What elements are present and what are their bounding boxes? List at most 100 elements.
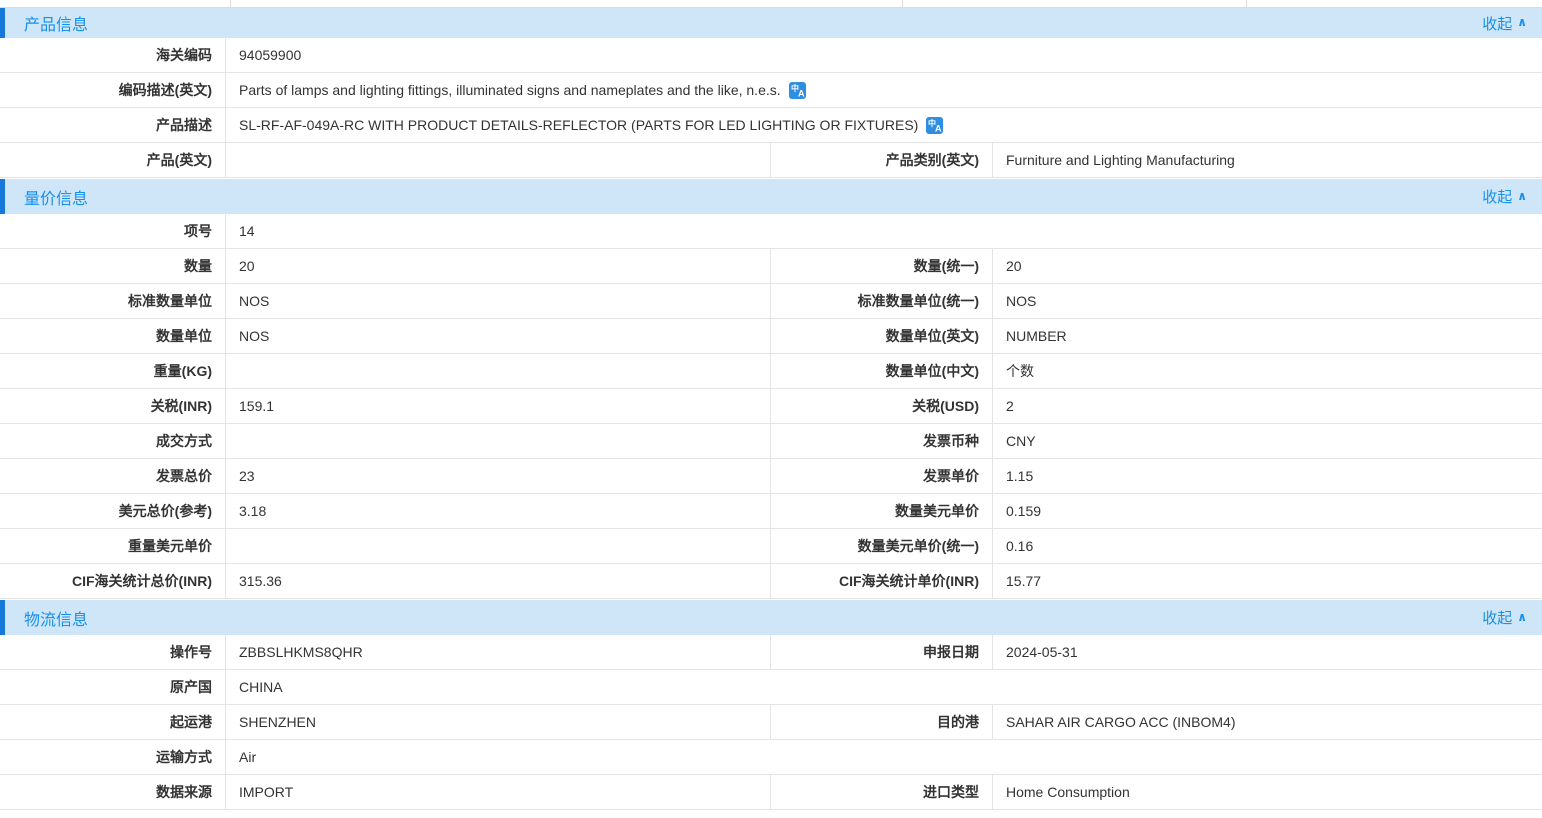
field-value: NOS [226, 319, 771, 353]
field-value: 3.18 [226, 494, 771, 528]
field-label: CIF海关统计总价(INR) [0, 564, 226, 598]
table-row: 数据来源IMPORT进口类型Home Consumption [0, 775, 1542, 810]
field-value [226, 424, 771, 458]
field-value-text: 3.18 [239, 503, 266, 519]
section-product: 产品信息 收起∧ 海关编码 94059900 编码描述(英文)Parts of lamp… [0, 8, 1542, 178]
section-header-logistics: 物流信息收起∧ [0, 600, 1542, 635]
field-value-text: 94059900 [239, 47, 301, 63]
field-label: 发票单价 [771, 459, 993, 493]
field-value-text: NOS [239, 328, 269, 344]
field-label: 运输方式 [0, 740, 226, 774]
field-value-text: IMPORT [239, 784, 293, 800]
field-value-text: 20 [239, 258, 255, 274]
field-value: 2 [993, 389, 1542, 423]
section-accent-bar [0, 179, 5, 214]
collapse-label: 收起 [1482, 186, 1512, 207]
field-value: 14 [226, 214, 1542, 248]
collapse-link[interactable]: 收起 ∧ [1482, 186, 1527, 207]
field-value: 2024-05-31 [993, 635, 1542, 669]
field-label: 数据来源 [0, 775, 226, 809]
table-row: 项号14 [0, 214, 1542, 249]
table-row: 产品(英文)产品类别(英文)Furniture and Lighting Man… [0, 143, 1542, 178]
table-row: 原产国CHINA [0, 670, 1542, 705]
table-row: 编码描述(英文)Parts of lamps and lighting fitt… [0, 73, 1542, 108]
field-label: 重量美元单价 [0, 529, 226, 563]
field-value: Air [226, 740, 1542, 774]
field-label: 数量单位 [0, 319, 226, 353]
field-value: 159.1 [226, 389, 771, 423]
field-value: 23 [226, 459, 771, 493]
field-value: SAHAR AIR CARGO ACC (INBOM4) [993, 705, 1542, 739]
field-label: CIF海关统计单价(INR) [771, 564, 993, 598]
table-row: 数量单位 NOS 数量单位(英文)NUMBER [0, 319, 1542, 354]
section-logistics: 物流信息收起∧操作号ZBBSLHKMS8QHR申报日期2024-05-31原产国… [0, 600, 1542, 810]
field-value: 0.16 [993, 529, 1542, 563]
field-value-text: Parts of lamps and lighting fittings, il… [239, 82, 781, 98]
chevron-up-icon: ∧ [1517, 15, 1527, 29]
field-value: 94059900 [226, 38, 1542, 72]
table-row: 海关编码 94059900 [0, 38, 1542, 73]
field-value: 15.77 [993, 564, 1542, 598]
field-value: CHINA [226, 670, 1542, 704]
field-label: 数量单位(英文) [771, 319, 993, 353]
field-value: 20 [226, 249, 771, 283]
translate-icon[interactable]: 中A [789, 82, 806, 99]
collapse-link[interactable]: 收起∧ [1482, 13, 1527, 34]
field-value: NOS [993, 284, 1542, 318]
field-value [226, 143, 771, 177]
field-value [226, 529, 771, 563]
field-value: 315.36 [226, 564, 771, 598]
field-value: ZBBSLHKMS8QHR [226, 635, 771, 669]
field-label: 发票总价 [0, 459, 226, 493]
field-value: 个数 [993, 354, 1542, 388]
section-title: 产品信息 [24, 11, 88, 35]
field-label: 原产国 [0, 670, 226, 704]
table-row: 重量美元单价 数量美元单价(统一)0.16 [0, 529, 1542, 564]
translate-icon[interactable]: 中A [926, 117, 943, 134]
field-label: 标准数量单位(统一) [771, 284, 993, 318]
field-label: 发票币种 [771, 424, 993, 458]
field-label: 海关编码 [0, 38, 226, 72]
field-value: SL-RF-AF-049A-RC WITH PRODUCT DETAILS-RE… [226, 108, 1542, 142]
field-label: 起运港 [0, 705, 226, 739]
field-label: 成交方式 [0, 424, 226, 458]
collapse-label: 收起 [1482, 607, 1512, 628]
field-label: 数量美元单价(统一) [771, 529, 993, 563]
field-value-text: ZBBSLHKMS8QHR [239, 644, 363, 660]
table-row: 标准数量单位NOS标准数量单位(统一)NOS [0, 284, 1542, 319]
sections-container: 产品信息收起∧海关编码94059900编码描述(英文)Parts of lamp… [0, 8, 1542, 810]
svg-text:A: A [798, 88, 805, 98]
field-value-text: 23 [239, 468, 255, 484]
field-value: Home Consumption [993, 775, 1542, 809]
table-row: 美元总价(参考)3.18数量美元单价0.159 [0, 494, 1542, 529]
section-header-quantity-price: 量价信息 收起 ∧ [0, 179, 1542, 214]
section-quantity-price: 量价信息收起∧项号14数量20数量(统一)20标准数量单位NOS标准数量单位(统… [0, 179, 1542, 599]
field-value: Parts of lamps and lighting fittings, il… [226, 73, 1542, 107]
svg-text:A: A [935, 123, 942, 133]
field-value: CNY [993, 424, 1542, 458]
chevron-up-icon: ∧ [1517, 189, 1527, 203]
table-row: 操作号ZBBSLHKMS8QHR申报日期2024-05-31 [0, 635, 1542, 670]
section-header-product: 产品信息 收起∧ [0, 8, 1542, 38]
field-value: NUMBER [993, 319, 1542, 353]
chevron-up-icon: ∧ [1517, 610, 1527, 624]
field-label: 产品描述 [0, 108, 226, 142]
field-value: 20 [993, 249, 1542, 283]
table-row: 重量(KG)数量单位(中文)个数 [0, 354, 1542, 389]
field-label: 申报日期 [771, 635, 993, 669]
collapse-link[interactable]: 收起 ∧ [1482, 607, 1527, 628]
field-label: 目的港 [771, 705, 993, 739]
field-value-text: SHENZHEN [239, 714, 316, 730]
field-value: 0.159 [993, 494, 1542, 528]
field-label: 数量单位(中文) [771, 354, 993, 388]
table-row: 关税(INR)159.1关税(USD)2 [0, 389, 1542, 424]
table-row: 运输方式Air [0, 740, 1542, 775]
table-row: 起运港 SHENZHEN 目的港SAHAR AIR CARGO ACC (INBOM… [0, 705, 1542, 740]
field-value: IMPORT [226, 775, 771, 809]
table-divider [902, 0, 903, 7]
field-value [226, 354, 771, 388]
section-title: 量价信息 [24, 185, 88, 209]
section-accent-bar [0, 8, 5, 38]
field-label: 产品类别(英文) [771, 143, 993, 177]
field-value: Furniture and Lighting Manufacturing [993, 143, 1542, 177]
